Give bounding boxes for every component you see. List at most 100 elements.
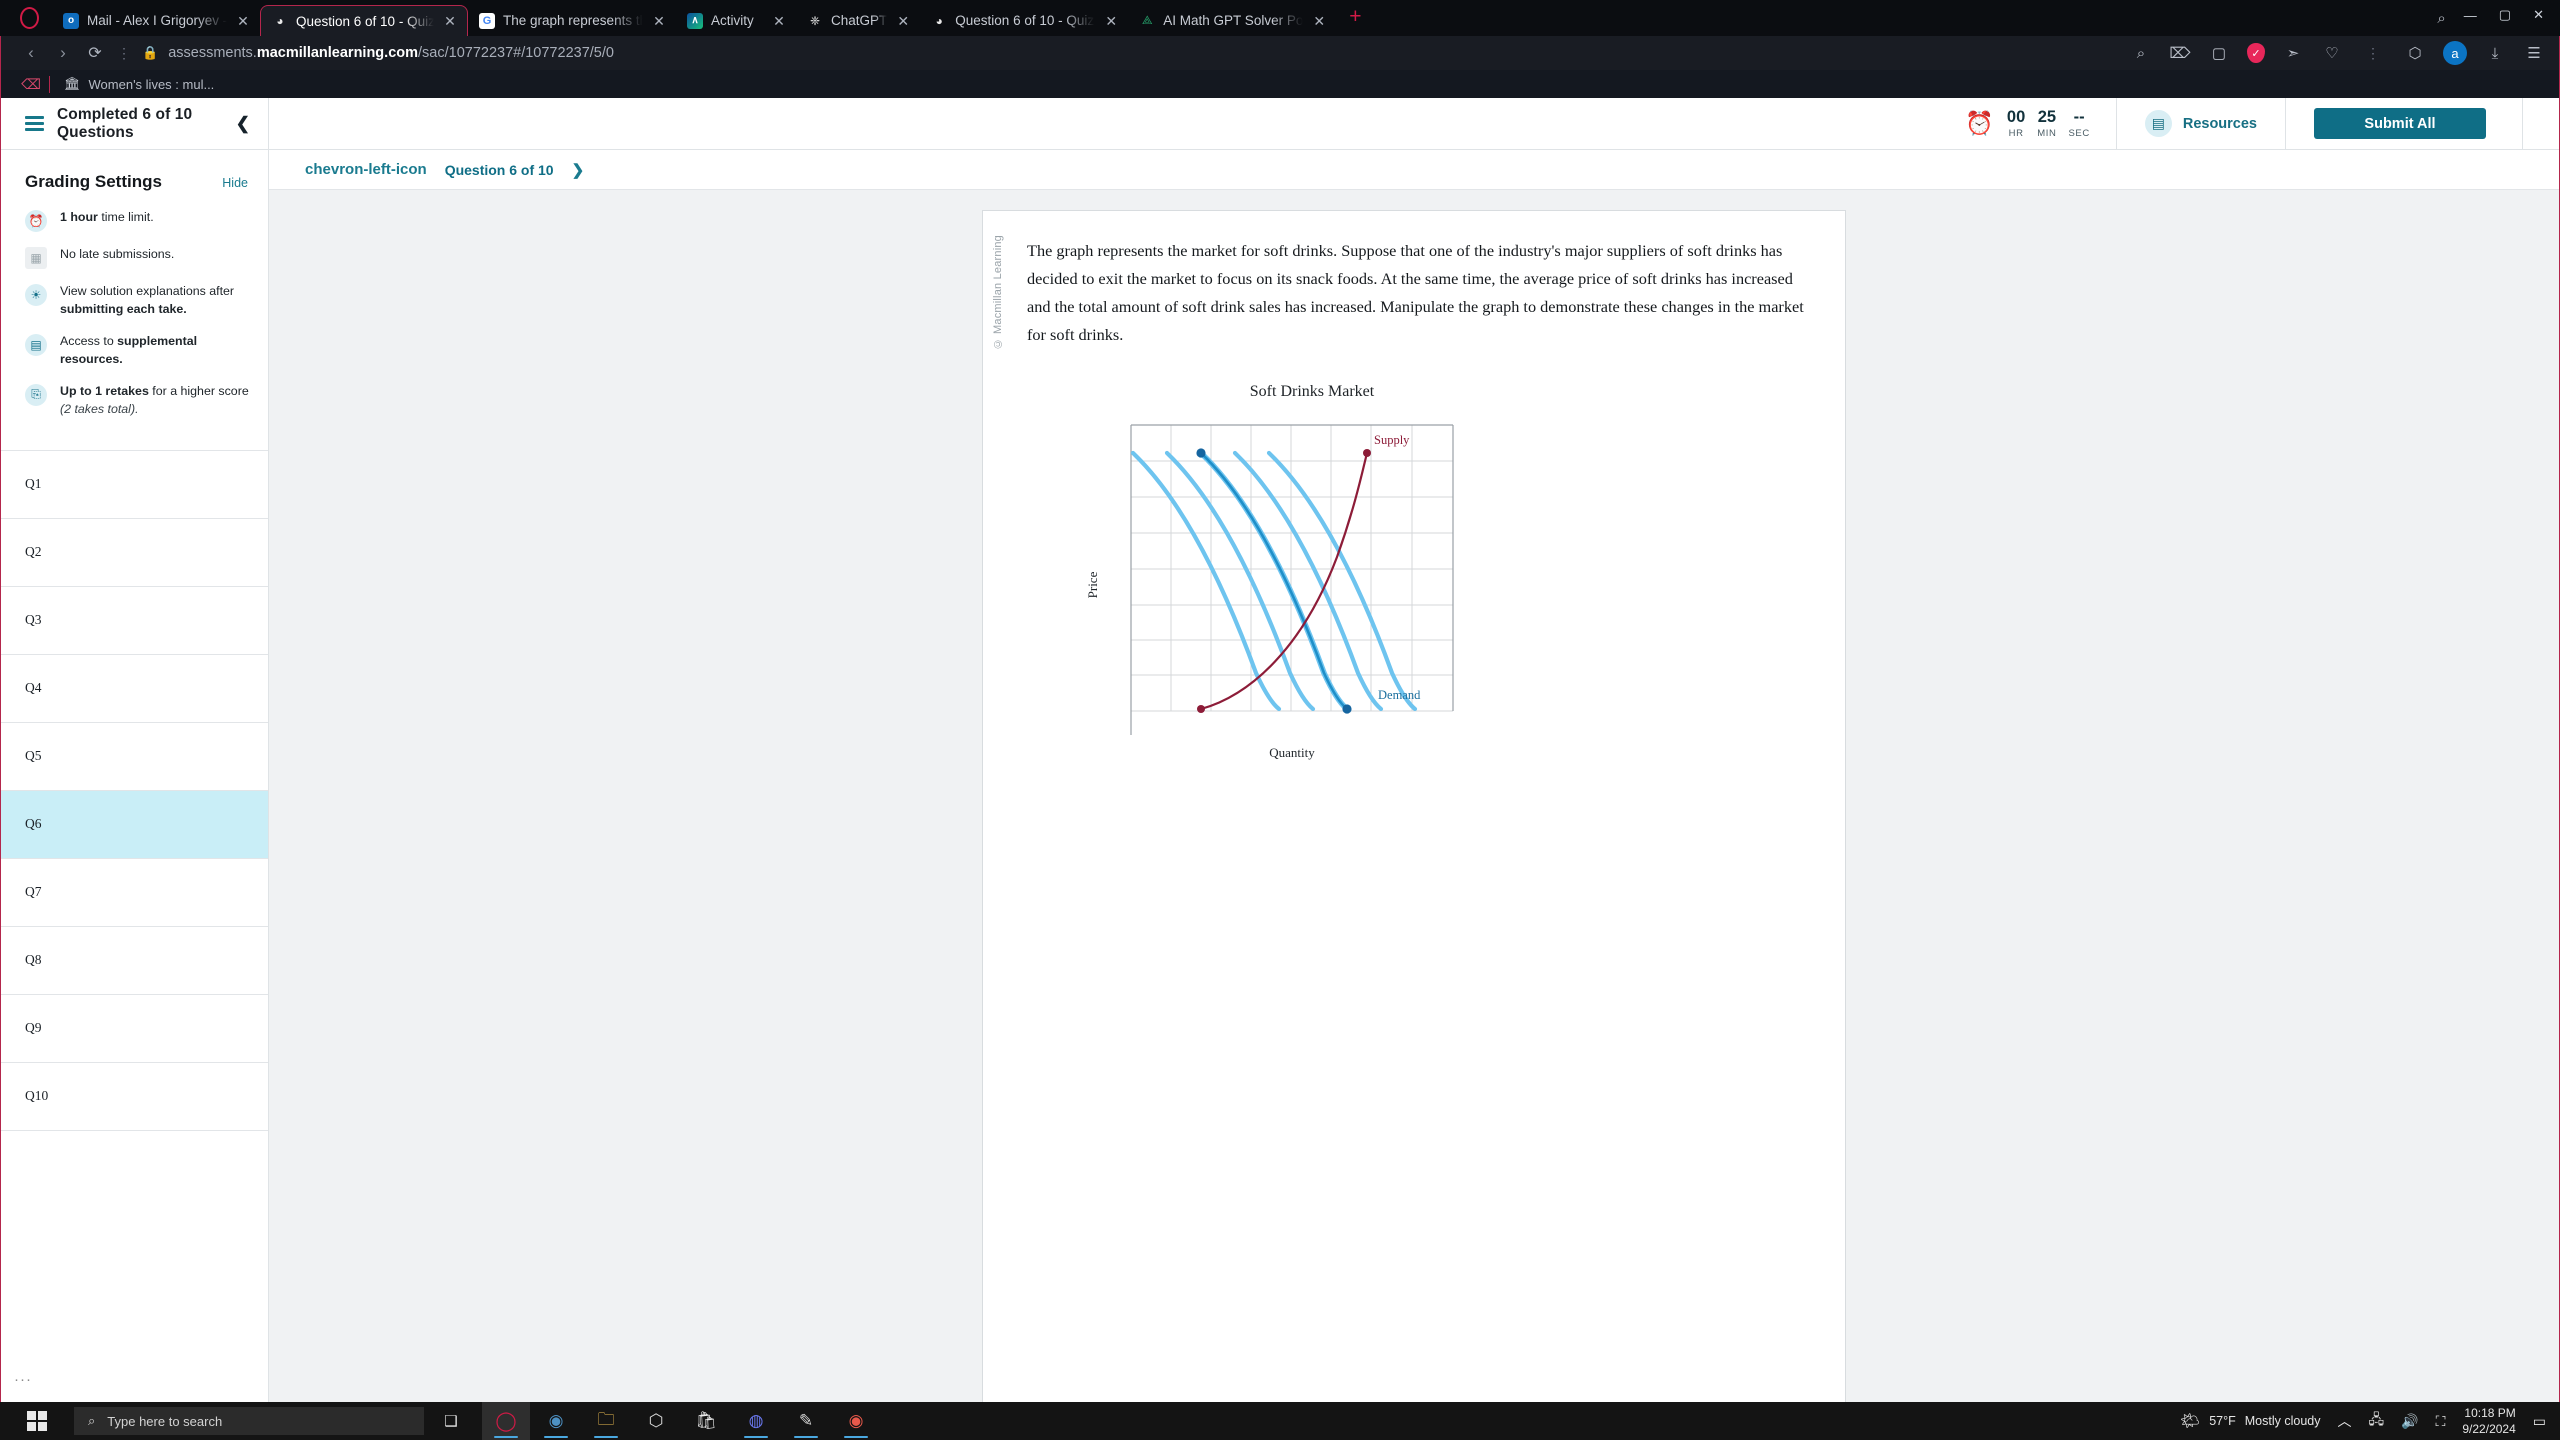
heart-icon[interactable]: ♡ (2321, 42, 2343, 64)
opera-logo-icon[interactable] (6, 0, 52, 36)
profile-avatar[interactable]: a (2443, 41, 2467, 65)
supply-demand-chart[interactable]: Supply Demand Price Quantity (1071, 407, 1501, 767)
tab-close-icon[interactable]: ✕ (1103, 14, 1119, 28)
site-security-lock-icon[interactable]: 🔒 (138, 45, 168, 61)
alarm-clock-icon: ⏰ (25, 210, 47, 232)
broom-icon[interactable]: ⌫ (13, 76, 49, 93)
forward-button[interactable]: › (47, 40, 79, 66)
window-close-button[interactable]: ✕ (2533, 7, 2544, 23)
submit-all-button[interactable]: Submit All (2314, 108, 2486, 139)
question-item-q6[interactable]: Q6 (1, 790, 268, 859)
next-question-button[interactable]: ❯ (572, 161, 585, 179)
pin-icon[interactable]: ⌦ (2169, 42, 2191, 64)
browser-tab-6[interactable]: ⟁ AI Math GPT Solver Powere ✕ (1128, 5, 1336, 36)
question-item-q10[interactable]: Q10 (1, 1063, 268, 1131)
quiz-timer: ⏰ 00 HR 25 MIN -- SEC (1939, 98, 2117, 149)
sidebar-overflow-dots[interactable]: ··· (14, 1371, 32, 1388)
opera-taskbar-icon[interactable]: ◯ (482, 1402, 530, 1440)
search-icon[interactable]: ⌕ (2130, 42, 2152, 64)
search-icon: ⌕ (88, 1413, 96, 1428)
calendar-arrow-icon: ▦ (25, 247, 47, 269)
assessment-header: Completed 6 of 10 Questions ❮ ⏰ 00 HR 25… (1, 98, 2559, 150)
header-right-controls: ⏰ 00 HR 25 MIN -- SEC ▤ Resources Submit… (1939, 98, 2559, 149)
timer-minutes-value: 25 (2037, 108, 2057, 127)
easy-setup-icon[interactable]: ☰ (2523, 42, 2545, 64)
reload-button[interactable]: ⟳ (79, 40, 111, 66)
previous-question-button[interactable]: chevron-left-icon (305, 161, 427, 178)
tab-close-icon[interactable]: ✕ (1311, 14, 1327, 28)
tab-close-icon[interactable]: ✕ (235, 14, 251, 28)
url-domain: macmillanlearning.com (256, 45, 419, 61)
setting-text: View solution explanations after (60, 284, 235, 298)
browser-tab-2[interactable]: G The graph represents the m ✕ (468, 5, 676, 36)
tab-close-icon[interactable]: ✕ (651, 14, 667, 28)
browser-search-icon[interactable]: ⌕ (2437, 10, 2445, 27)
browser-tab-3[interactable]: ∧ Activity ✕ (676, 5, 796, 36)
discord-taskbar-icon[interactable]: ◍ (732, 1402, 780, 1440)
hide-grading-settings-button[interactable]: Hide (222, 176, 248, 190)
timer-seconds-value: -- (2073, 108, 2085, 127)
question-item-q4[interactable]: Q4 (1, 655, 268, 723)
volume-icon[interactable]: 🔊 (2401, 1413, 2418, 1430)
tab-close-icon[interactable]: ✕ (442, 14, 458, 28)
paint-taskbar-icon[interactable]: ✎ (782, 1402, 830, 1440)
timer-hours: 00 HR (2007, 108, 2025, 138)
download-icon[interactable]: ⤓ (2484, 42, 2506, 64)
timer-hours-label: HR (2008, 127, 2024, 139)
taskbar-search-box[interactable]: ⌕ Type here to search (74, 1407, 424, 1435)
resources-button[interactable]: ▤ Resources (2117, 98, 2286, 149)
tab-title: Activity (711, 13, 754, 28)
snapshot-icon[interactable]: ▢ (2208, 42, 2230, 64)
search-placeholder: Type here to search (107, 1413, 223, 1429)
tab-close-icon[interactable]: ✕ (895, 14, 911, 28)
browser-tab-5[interactable]: ◕ Question 6 of 10 - Quiz 2B ✕ (920, 5, 1128, 36)
outlook-icon: o (63, 12, 79, 29)
ad-blocker-shield-icon[interactable]: ✓ (2247, 43, 2265, 63)
window-minimize-button[interactable]: — (2464, 8, 2477, 23)
browser-tab-0[interactable]: o Mail - Alex I Grigoryev - Ou ✕ (52, 5, 260, 36)
extensions-overflow-icon[interactable]: ⋮ (2360, 45, 2387, 62)
grading-settings-title: Grading Settings (25, 172, 162, 191)
question-item-q7[interactable]: Q7 (1, 859, 268, 927)
demand-handle-bottom[interactable] (1342, 704, 1352, 714)
tab-title: Question 6 of 10 - Quiz 2B (296, 13, 434, 29)
camera-privacy-icon[interactable]: ⛶ (2436, 1413, 2446, 1430)
question-item-q2[interactable]: Q2 (1, 519, 268, 587)
supply-handle-top[interactable] (1363, 449, 1371, 458)
window-maximize-button[interactable]: ▢ (2499, 7, 2511, 23)
unity-taskbar-icon[interactable]: ⬡ (632, 1402, 680, 1440)
windows-start-button[interactable] (0, 1402, 74, 1440)
cube-icon[interactable]: ⬡ (2404, 42, 2426, 64)
browser-tab-4[interactable]: ❈ ChatGPT ✕ (796, 5, 920, 36)
address-bar[interactable]: assessments.macmillanlearning.com/sac/10… (168, 45, 614, 61)
tab-title: Mail - Alex I Grigoryev - Ou (87, 13, 227, 28)
steam-taskbar-icon[interactable]: ◉ (532, 1402, 580, 1440)
notification-icon[interactable]: ▭ (2533, 1413, 2546, 1430)
weather-widget[interactable]: 🌤 57°F Mostly cloudy (2180, 1411, 2321, 1431)
bookmark-item[interactable]: 🏛 Women's lives : mul... (64, 76, 214, 92)
system-tray: 🌤 57°F Mostly cloudy ︿ 🖧 🔊 ⛶ 10:18 PM 9/… (2180, 1405, 2560, 1437)
page-menu-icon[interactable]: ⋮ (111, 45, 138, 62)
question-item-q8[interactable]: Q8 (1, 927, 268, 995)
question-item-q3[interactable]: Q3 (1, 587, 268, 655)
question-item-q1[interactable]: Q1 (1, 451, 268, 519)
question-item-q9[interactable]: Q9 (1, 995, 268, 1063)
task-view-button[interactable]: ❑ (424, 1412, 478, 1430)
messenger-icon[interactable]: ➣ (2282, 42, 2304, 64)
microsoft-store-taskbar-icon[interactable]: 🛍 (682, 1402, 730, 1440)
network-icon[interactable]: 🖧 (2369, 1409, 2385, 1433)
question-item-q5[interactable]: Q5 (1, 723, 268, 791)
supply-handle-bottom[interactable] (1197, 705, 1205, 714)
file-explorer-taskbar-icon[interactable]: 🗀 (582, 1402, 630, 1440)
chevron-left-icon[interactable]: ❮ (236, 114, 250, 134)
chrome-taskbar-icon[interactable]: ◉ (832, 1402, 880, 1440)
tab-close-icon[interactable]: ✕ (771, 14, 787, 28)
setting-supplemental-resources: ▤ Access to supplemental resources. (25, 326, 250, 376)
back-button[interactable]: ‹ (15, 40, 47, 66)
browser-tab-1-active[interactable]: ◕ Question 6 of 10 - Quiz 2B ✕ (260, 5, 468, 36)
new-tab-button[interactable]: + (1336, 6, 1374, 31)
demand-handle-top[interactable] (1196, 448, 1206, 458)
taskbar-clock[interactable]: 10:18 PM 9/22/2024 (2462, 1405, 2515, 1437)
progress-header: Completed 6 of 10 Questions ❮ (1, 98, 269, 149)
chevron-up-icon[interactable]: ︿ (2338, 1411, 2352, 1431)
